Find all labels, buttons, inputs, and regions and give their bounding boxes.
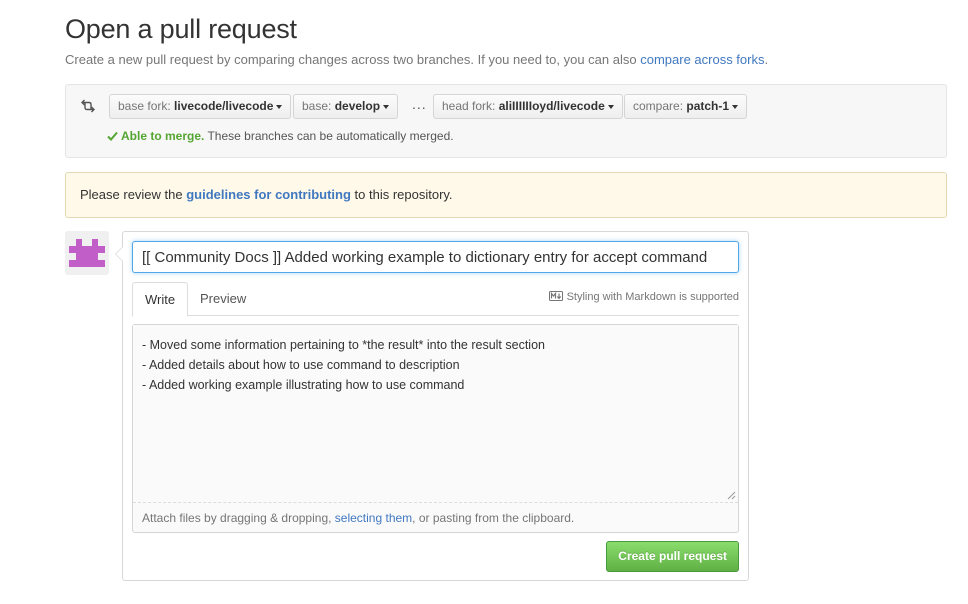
- check-icon: [107, 131, 118, 141]
- git-compare-icon: [81, 99, 95, 113]
- head-fork-label: head fork:: [442, 99, 496, 113]
- contributing-notice: Please review the guidelines for contrib…: [65, 172, 947, 218]
- attach-prefix: Attach files by dragging & dropping,: [142, 511, 335, 525]
- compare-branch-label: compare:: [633, 99, 684, 113]
- attach-files-hint: Attach files by dragging & dropping, sel…: [142, 511, 574, 525]
- notice-prefix: Please review the: [80, 187, 187, 202]
- markdown-hint[interactable]: Styling with Markdown is supported: [548, 291, 739, 303]
- compare-branch-value: patch-1: [686, 99, 730, 113]
- create-pull-request-button[interactable]: Create pull request: [606, 541, 739, 572]
- editor-tabs: Write Preview Styling with Markdown is s…: [132, 282, 739, 317]
- merge-status-text: These branches can be automatically merg…: [204, 129, 454, 143]
- pr-title-input[interactable]: [132, 241, 739, 273]
- page-subtitle: Create a new pull request by comparing c…: [65, 52, 768, 67]
- contributing-guidelines-link[interactable]: guidelines for contributing: [186, 187, 351, 202]
- avatar[interactable]: [65, 231, 109, 275]
- pull-request-form: Write Preview Styling with Markdown is s…: [115, 231, 749, 581]
- base-branch-label: base:: [302, 99, 332, 113]
- base-fork-select[interactable]: base fork: livecode/livecode: [109, 94, 292, 119]
- resize-handle-icon[interactable]: [727, 491, 736, 500]
- head-fork-select[interactable]: head fork: aliIIIIIIoyd/livecode: [433, 94, 623, 119]
- notice-suffix: to this repository.: [350, 187, 453, 202]
- range-ellipsis: ...: [412, 96, 427, 112]
- chevron-down-icon: [276, 104, 283, 109]
- attach-suffix: , or pasting from the clipboard.: [412, 511, 575, 525]
- chevron-down-icon: [383, 104, 390, 109]
- base-branch-select[interactable]: base: develop: [293, 94, 399, 119]
- compare-branch-select[interactable]: compare: patch-1: [624, 94, 748, 119]
- chevron-down-icon: [607, 104, 614, 109]
- subtitle-period: .: [764, 52, 769, 67]
- head-fork-value: aliIIIIIIoyd/livecode: [498, 99, 605, 113]
- base-fork-label: base fork:: [118, 99, 171, 113]
- branch-range-editor: base fork: livecode/livecode base: devel…: [65, 84, 947, 158]
- tab-write[interactable]: Write: [132, 282, 189, 317]
- base-fork-value: livecode/livecode: [174, 99, 274, 113]
- identicon-image: [65, 231, 109, 275]
- base-branch-value: develop: [334, 99, 381, 113]
- tab-preview[interactable]: Preview: [188, 282, 258, 316]
- select-files-link[interactable]: selecting them: [335, 511, 412, 525]
- markdown-icon: [548, 291, 563, 301]
- chevron-down-icon: [732, 104, 739, 109]
- merge-status-ok: Able to merge.: [121, 129, 205, 143]
- subtitle-text: Create a new pull request by comparing c…: [65, 52, 641, 67]
- pr-body-editor: - Moved some information pertaining to *…: [132, 324, 739, 533]
- page-title: Open a pull request: [65, 14, 297, 44]
- markdown-hint-text: Styling with Markdown is supported: [566, 291, 739, 303]
- merge-status: Able to merge. These branches can be aut…: [107, 129, 454, 143]
- compare-forks-link[interactable]: compare across forks: [640, 52, 764, 67]
- pr-body-textarea[interactable]: - Moved some information pertaining to *…: [133, 325, 738, 503]
